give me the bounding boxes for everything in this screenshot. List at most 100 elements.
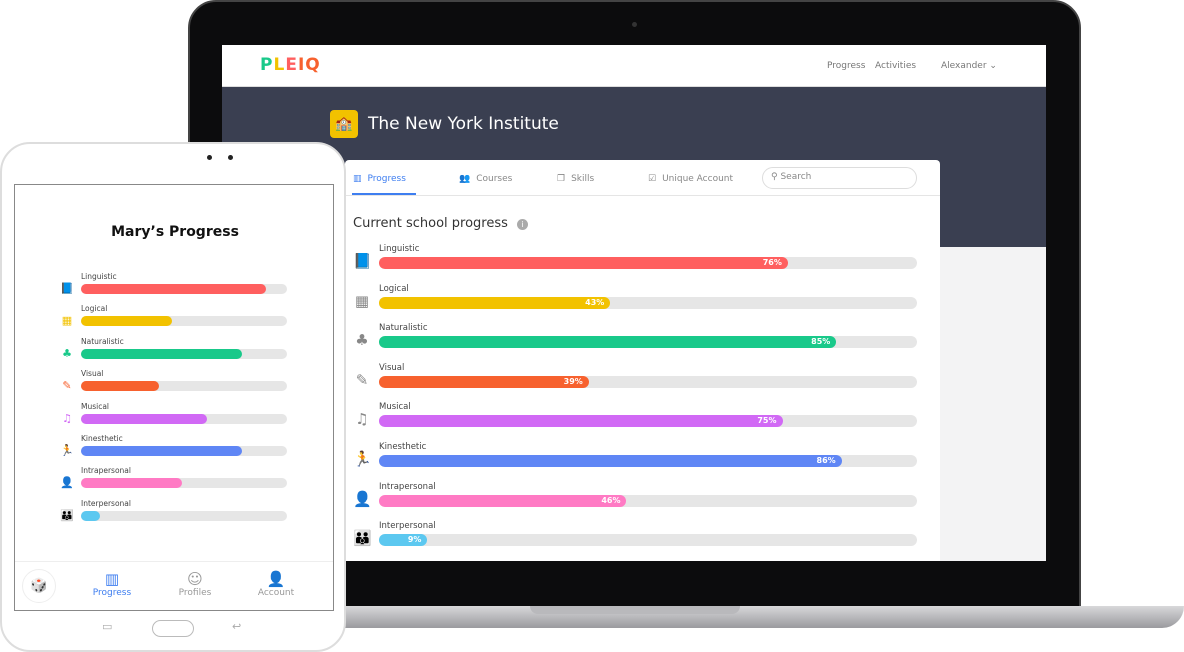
progress-track: 39% [379,375,917,388]
progress-track: 43% [379,296,917,309]
progress-fill: 9% [379,534,428,547]
info-icon[interactable]: i [517,219,528,230]
nav-activities[interactable]: Activities [875,61,916,71]
recent-apps-key[interactable]: ▭ [102,620,112,633]
person-icon: 👤 [353,489,372,508]
skill-label: Logical [379,283,409,294]
tablet-skill-row-visual: ✎ Visual [15,369,335,401]
skill-label: Linguistic [379,244,420,254]
tablet-skill-row-naturalistic: ♣ Naturalistic [15,337,335,369]
people-icon: 👪 [60,508,74,522]
pleiq-logo[interactable]: PLEIQ [260,55,321,75]
progress-track [81,446,287,456]
tablet-skill-row-intrapersonal: 👤 Intrapersonal [15,466,335,498]
tab-label: Courses [476,174,513,184]
tablet-skill-row-logical: ▦ Logical [15,304,335,336]
people-icon: 👪 [353,529,372,548]
skill-label: Interpersonal [81,498,131,508]
face-icon: ☺ [187,570,203,588]
person-icon: 👤 [60,476,74,490]
running-icon: 🏃 [353,450,372,468]
skill-label: Musical [379,402,411,413]
calculator-icon: ▦ [61,314,73,328]
skill-label: Kinesthetic [81,434,123,443]
search-placeholder: Search [780,172,812,182]
progress-fill: 43% [379,296,611,309]
progress-track: 86% [379,455,917,467]
skill-row-musical: ♫ Musical 75% [345,400,940,440]
laptop-notch [530,606,740,614]
skill-label: Musical [81,401,110,411]
tablet-skill-row-linguistic: 📘 Linguistic [15,272,335,304]
progress-fill [81,446,242,456]
user-menu[interactable]: Alexander ⌄ [941,61,997,71]
tablet-camera [228,155,233,160]
pleiq-cube-logo[interactable]: 🎲 [22,569,56,603]
progress-fill [81,413,207,424]
tablet-nav-account[interactable]: 👤 Account [241,570,311,598]
tab-unique-account[interactable]: ☑ Unique Account [648,171,733,187]
tablet-nav-progress[interactable]: ▥ Progress [77,570,147,598]
progress-track: 76% [379,257,917,269]
progress-fill [81,510,100,521]
tablet-nav-profiles[interactable]: ☺ Profiles [160,570,230,598]
progress-fill [81,348,242,359]
brush-icon: ✎ [62,379,72,393]
music-note-icon: ♫ [355,410,369,429]
school-name: The New York Institute [368,114,559,134]
skill-row-logical: ▦ Logical 43% [345,282,940,322]
back-key[interactable]: ↩ [232,620,241,633]
nav-progress[interactable]: Progress [827,61,865,71]
tab-label: Unique Account [662,174,734,184]
skill-row-kinesthetic: 🏃 Kinesthetic 86% [345,440,940,480]
skill-row-interpersonal: 👪 Interpersonal 9% [345,519,940,559]
skill-label: Visual [379,362,405,373]
calculator-icon: ▦ [354,291,370,310]
skill-row-naturalistic: ♣ Naturalistic 85% [345,321,940,361]
tablet-bottom-nav: 🎲 ▥ Progress ☺ Profiles 👤 Account [15,561,333,611]
skill-label: Interpersonal [379,521,436,532]
progress-fill: 76% [379,257,788,269]
skill-row-intrapersonal: 👤 Intrapersonal 46% [345,480,940,520]
book-icon: 📘 [60,282,74,295]
progress-track [81,284,287,294]
home-button[interactable] [152,620,194,637]
copy-icon: ❐ [557,174,566,184]
school-icon: 🏫 [330,110,358,138]
progress-fill: 85% [379,336,837,349]
tab-courses[interactable]: 👥 Courses [459,171,512,187]
progress-track [81,348,287,359]
group-icon: 👥 [459,174,471,184]
brush-icon: ✎ [355,370,369,389]
skill-label: Naturalistic [379,323,428,334]
bar-chart-icon: ▥ [353,174,362,184]
progress-track: 46% [379,494,917,507]
progress-fill [81,381,160,392]
skill-label: Intrapersonal [379,481,436,492]
nav-label: Account [257,588,295,598]
progress-track: 75% [379,415,917,428]
progress-fill: 75% [379,415,783,428]
skill-label: Intrapersonal [81,466,131,476]
section-title: Current school progress [353,216,508,231]
search-icon: ⚲ [771,172,778,182]
tree-icon: ♣ [62,346,72,360]
progress-fill [81,316,172,327]
progress-fill [81,284,267,294]
tab-skills[interactable]: ❐ Skills [557,171,594,187]
checkbox-device-icon: ☑ [648,174,657,184]
running-icon: 🏃 [60,444,74,457]
tab-progress[interactable]: ▥ Progress [353,171,406,187]
tablet-screen: Mary’s Progress 📘 Linguistic ▦ Logical ♣ Natu… [14,184,334,611]
tab-divider [345,195,940,196]
tab-label: Progress [367,174,406,184]
tablet-skill-row-interpersonal: 👪 Interpersonal [15,499,335,531]
progress-track: 85% [379,336,917,349]
search-input[interactable]: ⚲ Search [762,167,917,189]
progress-fill: 46% [379,494,627,507]
skill-label: Naturalistic [81,336,124,346]
progress-track [81,316,287,327]
book-icon: 📘 [353,252,372,270]
chevron-down-icon: ⌄ [989,61,997,71]
tablet-sensor [207,155,212,160]
